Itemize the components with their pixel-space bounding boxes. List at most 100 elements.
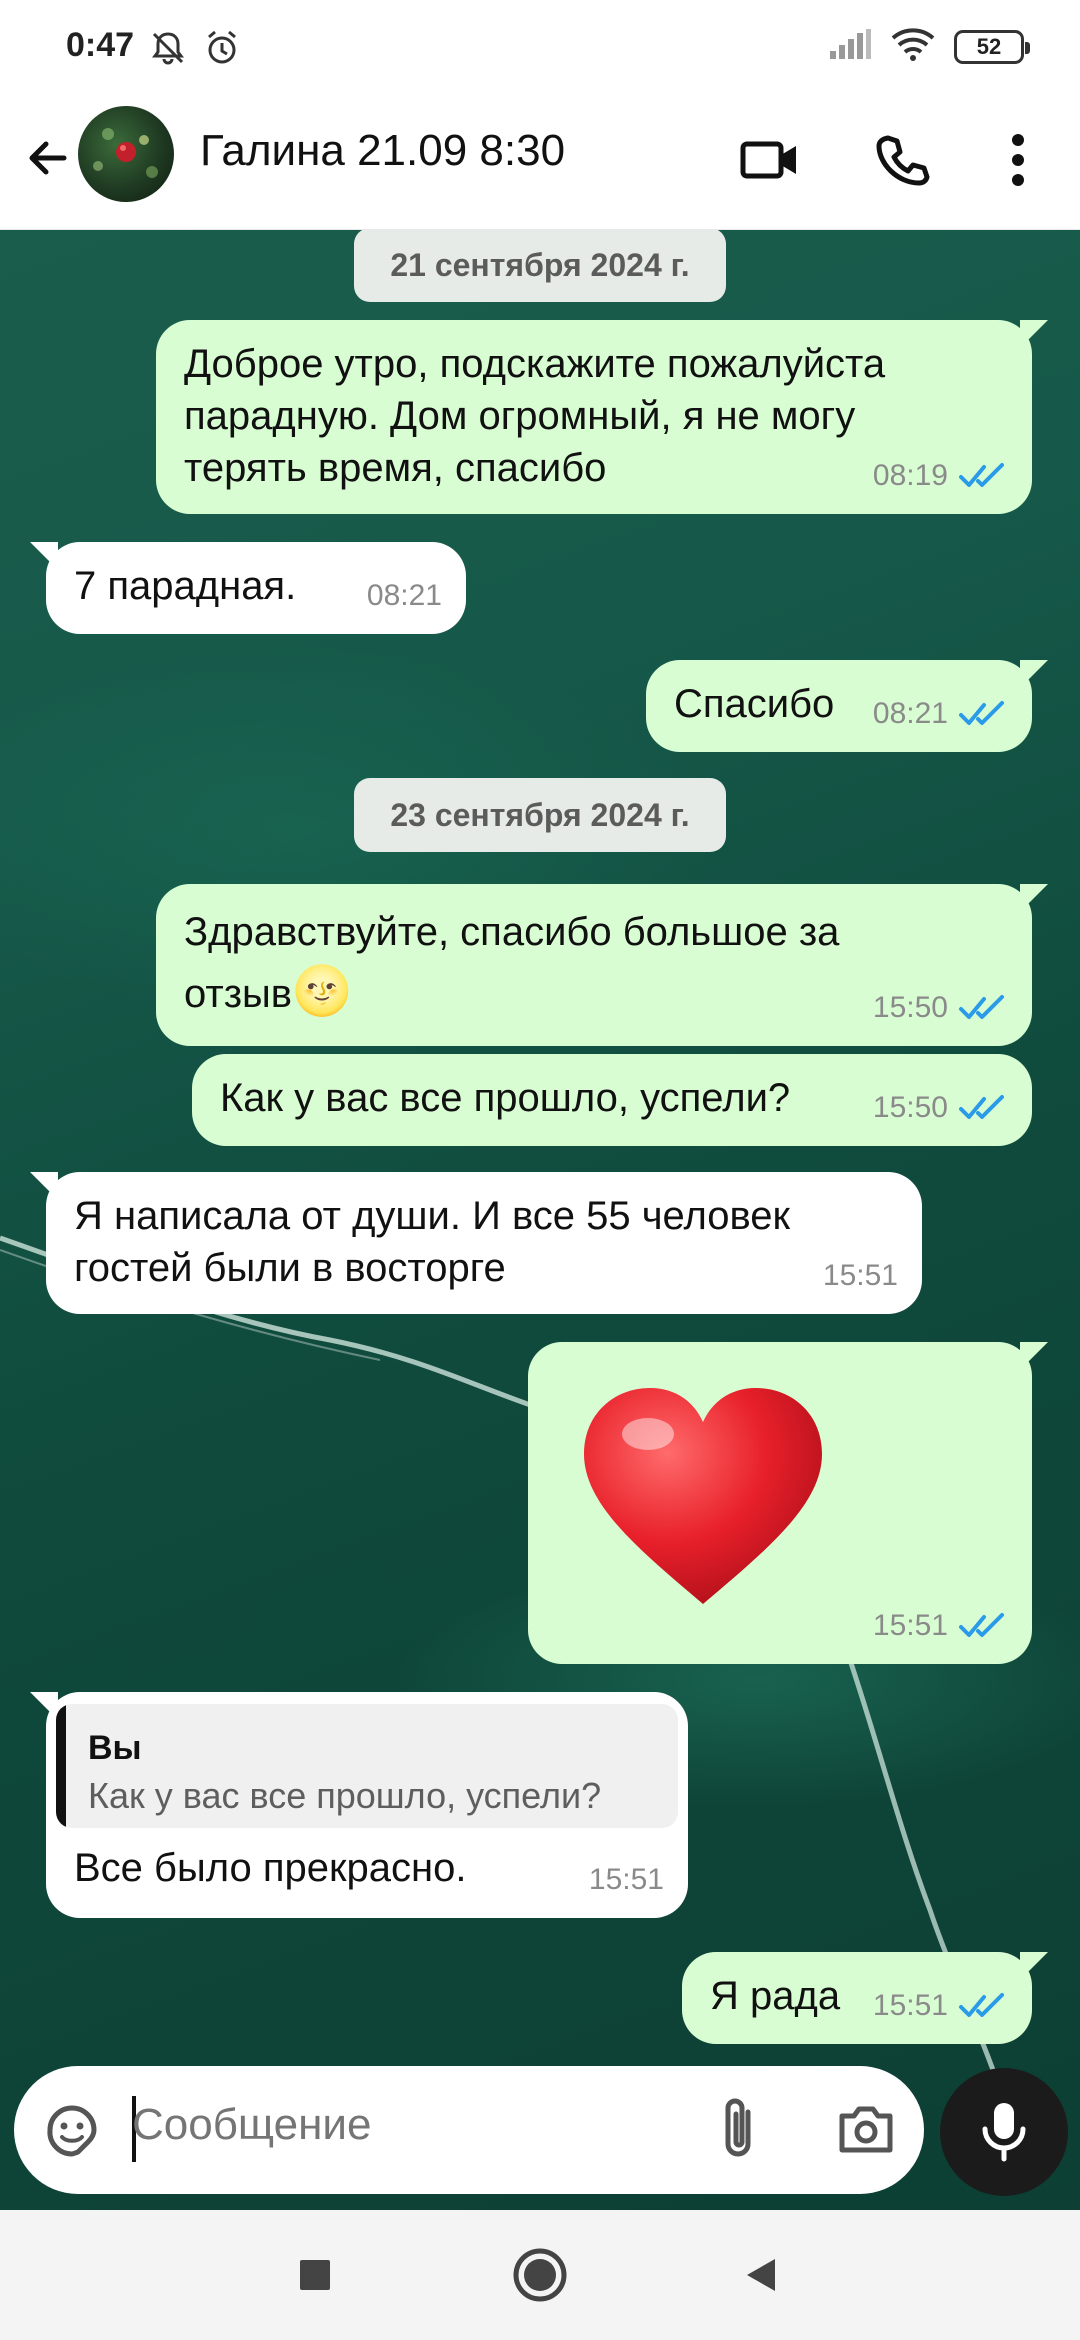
- message-text: Я написала от души. И все 55 человек гос…: [74, 1190, 790, 1294]
- home-circle-icon: [513, 2248, 567, 2302]
- more-options-button[interactable]: [978, 120, 1058, 200]
- message-outgoing[interactable]: Доброе утро, подскажите пожалуйста парад…: [156, 320, 1048, 514]
- back-button[interactable]: [18, 128, 78, 188]
- message-line: Я рада: [710, 1974, 841, 2018]
- voice-message-button[interactable]: [940, 2068, 1068, 2196]
- message-outgoing[interactable]: Здравствуйте, спасибо большое за отзыв🌝 …: [156, 884, 1048, 1046]
- chat-header: Галина 21.09 8:30: [0, 96, 1080, 230]
- camera-icon: [839, 2106, 893, 2153]
- status-left-icons: [148, 28, 242, 73]
- paperclip-icon: [725, 2098, 751, 2157]
- message-line: гостей были в восторге: [74, 1246, 506, 1290]
- message-line: Как у вас все прошло, успели?: [220, 1076, 791, 1120]
- avatar[interactable]: [78, 106, 174, 202]
- message-outgoing[interactable]: Я рада 15:51: [682, 1952, 1048, 2044]
- more-vertical-icon: [1012, 134, 1024, 186]
- message-meta: 15:50: [873, 982, 1008, 1034]
- message-outgoing-emoji[interactable]: ❤️ 15:51: [528, 1342, 1048, 1664]
- sticker-icon: [47, 2105, 97, 2157]
- message-incoming[interactable]: Я написала от души. И все 55 человек гос…: [30, 1172, 922, 1314]
- message-time: 08:21: [872, 697, 948, 730]
- status-right: 52: [828, 26, 1030, 67]
- message-meta: 15:51: [823, 1250, 898, 1302]
- message-line: Все было прекрасно.: [74, 1846, 467, 1890]
- arrow-left-icon: [29, 141, 67, 175]
- notifications-muted-icon: [148, 28, 188, 73]
- quote-author: Вы: [88, 1729, 142, 1767]
- message-line: отзыв🌝: [184, 962, 839, 1024]
- quote-text: Как у вас все прошло, успели?: [88, 1775, 602, 1816]
- status-bar: 0:47 52: [0, 0, 1080, 96]
- attach-button[interactable]: [714, 2096, 764, 2167]
- wifi-icon: [890, 26, 936, 67]
- chat-area[interactable]: 21 сентября 2024 г. Доброе утро, подскаж…: [0, 230, 1080, 2210]
- double-check-read-icon: [959, 463, 1004, 487]
- message-line: Я написала от души. И все 55 человек: [74, 1194, 791, 1238]
- message-text: Доброе утро, подскажите пожалуйста парад…: [184, 338, 885, 494]
- message-time: 15:51: [872, 1989, 948, 2022]
- message-text: Спасибо: [674, 678, 834, 730]
- camera-button[interactable]: [836, 2100, 896, 2161]
- message-line: терять время, спасибо: [184, 446, 607, 490]
- sticker-button[interactable]: [42, 2100, 102, 2165]
- message-text: Я рада: [710, 1970, 840, 2022]
- red-heart-emoji: [584, 1388, 822, 1604]
- message-meta: 15:50: [873, 1082, 1008, 1134]
- message-line: Доброе утро, подскажите пожалуйста: [184, 342, 886, 386]
- message-composer: [14, 2066, 924, 2194]
- full-moon-face-emoji: 🌝: [292, 965, 352, 1018]
- triangle-back-icon: [747, 2259, 775, 2291]
- message-input[interactable]: [132, 2100, 692, 2150]
- alarm-icon: [202, 28, 242, 73]
- message-line: 7 парадная.: [74, 564, 297, 608]
- message-line: Здравствуйте, спасибо большое за: [184, 910, 840, 954]
- message-time: 15:50: [872, 991, 948, 1024]
- message-line: Спасибо: [674, 682, 835, 726]
- message-meta: 08:19: [873, 450, 1008, 502]
- message-text: 7 парадная.: [74, 560, 296, 612]
- double-check-read-icon: [959, 1993, 1004, 2017]
- message-meta: 15:51: [873, 1600, 1008, 1652]
- message-meta: 08:21: [873, 688, 1008, 740]
- message-line: парадную. Дом огромный, я не могу: [184, 394, 856, 438]
- message-meta: 15:51: [589, 1854, 664, 1906]
- date-separator: 21 сентября 2024 г.: [354, 230, 726, 302]
- message-outgoing[interactable]: Спасибо 08:21: [646, 660, 1048, 752]
- double-check-read-icon: [959, 701, 1004, 725]
- home-button[interactable]: [505, 2240, 575, 2310]
- message-time: 15:51: [872, 1609, 948, 1642]
- voice-call-button[interactable]: [862, 120, 942, 200]
- message-time: 08:19: [872, 459, 948, 492]
- message-text: Здравствуйте, спасибо большое за отзыв🌝: [184, 902, 839, 1024]
- message-text: Как у вас все прошло, успели?: [220, 1072, 790, 1124]
- message-time: 15:51: [588, 1863, 664, 1896]
- message-text: Все было прекрасно.: [74, 1842, 466, 1894]
- microphone-icon: [982, 2103, 1026, 2162]
- quoted-message[interactable]: Вы Как у вас все прошло, успели?: [56, 1704, 678, 1828]
- back-nav-button[interactable]: [726, 2240, 796, 2310]
- video-camera-icon: [740, 141, 796, 179]
- quote-bar: [56, 1704, 66, 1828]
- contact-name[interactable]: Галина 21.09 8:30: [200, 126, 565, 176]
- avatar-image-icon: [93, 128, 158, 178]
- video-call-button[interactable]: [730, 120, 810, 200]
- square-icon: [300, 2260, 330, 2290]
- system-navigation-bar: [0, 2210, 1080, 2340]
- double-check-read-icon: [959, 995, 1004, 1019]
- message-meta: 15:51: [873, 1980, 1008, 2032]
- date-separator: 23 сентября 2024 г.: [354, 778, 726, 852]
- message-incoming-reply[interactable]: Вы Как у вас все прошло, успели? Все был…: [30, 1692, 688, 1918]
- message-time: 15:50: [872, 1091, 948, 1124]
- message-time: 08:21: [366, 579, 442, 612]
- double-check-read-icon: [959, 1613, 1004, 1637]
- double-check-read-icon: [959, 1095, 1004, 1119]
- status-time: 0:47: [66, 26, 135, 64]
- message-meta: 08:21: [367, 570, 442, 622]
- message-line-text: отзыв: [184, 972, 293, 1016]
- message-incoming[interactable]: 7 парадная. 08:21: [30, 542, 466, 634]
- message-outgoing[interactable]: Как у вас все прошло, успели? 15:50: [192, 1054, 1032, 1146]
- signal-icon: [828, 27, 872, 66]
- recent-apps-button[interactable]: [280, 2240, 350, 2310]
- message-time: 15:51: [822, 1259, 898, 1292]
- battery-indicator: 52: [954, 29, 1030, 64]
